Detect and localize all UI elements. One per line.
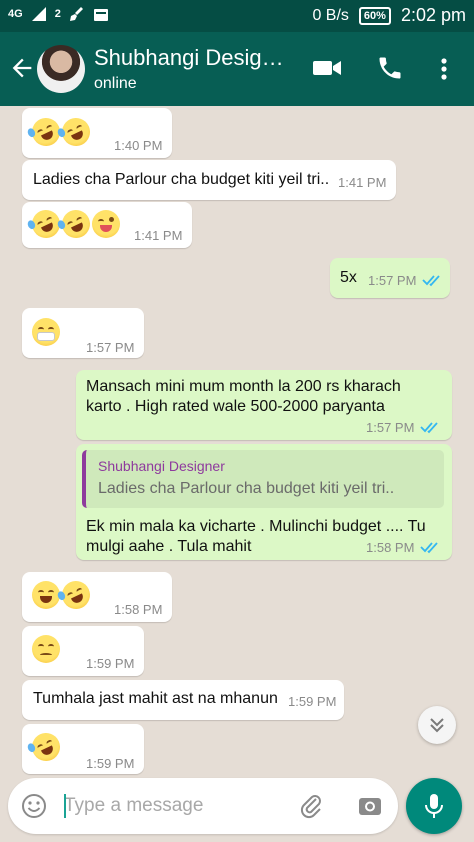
message-incoming[interactable]: Tumhala jast mahit ast na mhanun 1:59 PM — [22, 680, 344, 720]
message-time: 1:59 PM — [86, 756, 135, 771]
back-arrow-icon[interactable] — [8, 54, 36, 82]
avatar[interactable] — [37, 45, 85, 93]
mask-emoji-icon — [32, 318, 60, 346]
quote-author: Shubhangi Designer — [98, 458, 225, 474]
message-outgoing-reply[interactable]: Shubhangi Designer Ladies cha Parlour ch… — [76, 444, 452, 560]
text-caret — [64, 794, 66, 818]
message-time: 1:59 PM — [288, 694, 337, 709]
message-text: 5x — [340, 269, 357, 286]
message-time: 1:41 PM — [338, 175, 387, 190]
message-outgoing[interactable]: Mansach mini mum month la 200 rs kharach… — [76, 370, 452, 440]
scroll-to-bottom-button[interactable] — [418, 706, 456, 744]
message-time: 1:59 PM — [86, 656, 135, 671]
message-text-line: Mansach mini mum month la 200 rs kharach — [86, 378, 401, 395]
emoji-row — [32, 318, 62, 346]
read-ticks-icon — [422, 275, 440, 287]
message-time: 1:58 PM — [366, 540, 415, 555]
chat-header: Shubhangi Desig… online — [0, 32, 474, 106]
mic-icon — [425, 794, 443, 818]
message-text-line: Ek min mala ka vicharte . Mulinchi budge… — [86, 518, 426, 535]
rofl-emoji-icon — [56, 205, 95, 243]
emoji-row — [32, 635, 62, 663]
signal-icon — [31, 7, 46, 21]
message-time: 1:57 PM — [86, 340, 135, 355]
quote-text: Ladies cha Parlour cha budget kiti yeil … — [98, 480, 395, 497]
message-time: 1:57 PM — [368, 273, 417, 288]
worried-emoji-icon — [32, 635, 60, 663]
contact-name[interactable]: Shubhangi Desig… — [94, 45, 294, 71]
status-bar: 4G 2 0 B/s 60% 2:02 pm — [0, 0, 474, 32]
quoted-message[interactable]: Shubhangi Designer Ladies cha Parlour ch… — [82, 450, 444, 508]
message-incoming[interactable]: 1:41 PM — [22, 202, 192, 248]
message-text-line: mulgi aahe . Tula mahit — [86, 538, 252, 555]
message-incoming[interactable]: 1:58 PM — [22, 572, 172, 622]
message-time: 1:57 PM — [366, 420, 415, 435]
attach-icon[interactable] — [298, 792, 326, 820]
read-ticks-icon — [420, 422, 438, 434]
message-incoming[interactable]: Ladies cha Parlour cha budget kiti yeil … — [22, 160, 396, 200]
emoji-row — [32, 576, 95, 614]
contact-status: online — [94, 75, 137, 92]
emoji-row — [26, 728, 65, 766]
message-input[interactable] — [64, 790, 284, 822]
emoji-icon[interactable] — [20, 792, 48, 820]
network-type: 4G — [8, 8, 23, 20]
joy-emoji-icon — [32, 581, 60, 609]
rofl-emoji-icon — [26, 728, 65, 766]
broom-icon — [69, 7, 83, 21]
camera-icon[interactable] — [356, 792, 384, 820]
wink-tongue-emoji-icon — [92, 210, 120, 238]
message-time: 1:40 PM — [114, 138, 163, 153]
message-time: 1:41 PM — [134, 228, 183, 243]
message-text: Tumhala jast mahit ast na mhanun — [33, 690, 278, 707]
video-call-icon[interactable] — [312, 56, 342, 80]
message-incoming[interactable]: 1:59 PM — [22, 724, 144, 774]
message-incoming[interactable]: 1:40 PM — [22, 108, 172, 158]
more-vert-icon[interactable] — [432, 54, 456, 84]
signal-label: 2 — [54, 8, 61, 20]
read-ticks-icon — [420, 542, 438, 554]
emoji-row — [26, 113, 95, 151]
message-text-line: karto . High rated wale 500-2000 paryant… — [86, 398, 385, 415]
message-composer — [8, 778, 398, 834]
double-chevron-down-icon — [430, 718, 444, 733]
phone-icon[interactable] — [376, 54, 404, 82]
message-incoming[interactable]: 1:57 PM — [22, 308, 144, 358]
message-text: Ladies cha Parlour cha budget kiti yeil … — [33, 171, 330, 188]
data-speed: 0 B/s — [312, 6, 349, 24]
calendar-icon — [93, 9, 108, 21]
battery-indicator: 60% — [358, 6, 391, 25]
rofl-emoji-icon — [56, 113, 95, 151]
emoji-row — [26, 205, 122, 243]
message-list: 1:40 PM Ladies cha Parlour cha budget ki… — [0, 106, 474, 778]
rofl-emoji-icon — [56, 576, 95, 614]
mic-button[interactable] — [406, 778, 462, 834]
clock: 2:02 pm — [400, 5, 466, 25]
message-incoming[interactable]: 1:59 PM — [22, 626, 144, 676]
message-time: 1:58 PM — [114, 602, 163, 617]
message-outgoing[interactable]: 5x 1:57 PM — [330, 258, 450, 298]
